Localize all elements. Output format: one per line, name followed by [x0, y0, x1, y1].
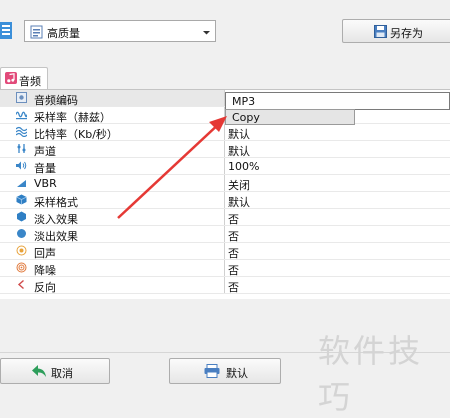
cancel-button[interactable]: 取消	[0, 358, 110, 384]
annotation-arrow	[117, 116, 227, 219]
back-arrow-icon	[31, 364, 47, 378]
watermark-text: 软件技巧	[318, 332, 424, 416]
printer-icon	[204, 364, 220, 378]
cancel-label: 取消	[51, 367, 73, 380]
default-label: 默认	[226, 367, 248, 380]
default-button[interactable]: 默认	[169, 358, 281, 384]
